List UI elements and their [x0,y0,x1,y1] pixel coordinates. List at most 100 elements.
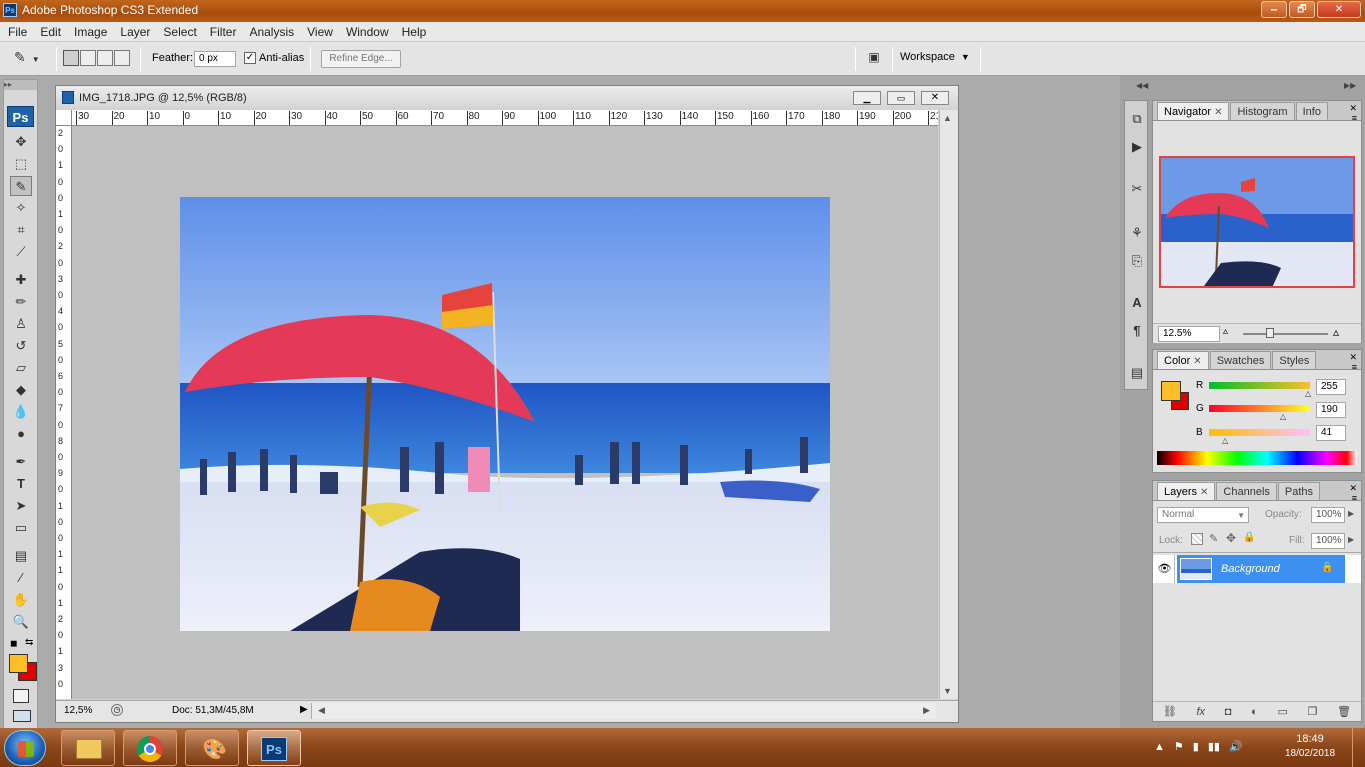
slider-thumb-icon[interactable]: △ [1305,389,1311,398]
opacity-input[interactable]: 100% [1311,507,1345,523]
actions-panel-icon[interactable]: ▶ [1127,137,1147,157]
status-menu-icon[interactable]: ▶ [300,704,308,715]
eraser-tool-icon[interactable]: ▱ [10,358,32,378]
tab-paths[interactable]: Paths [1277,482,1321,500]
restore-button[interactable]: 🗗 [1289,1,1315,18]
zoom-level[interactable]: 12,5% [64,705,92,716]
color-spectrum-bar[interactable] [1157,451,1357,465]
menu-view[interactable]: View [307,25,333,39]
close-button[interactable]: ✕ [1317,1,1361,18]
g-value-input[interactable]: 190 [1316,402,1346,418]
layer-comps-icon[interactable]: ▤ [1127,363,1147,383]
lasso-tool-icon[interactable]: ✎ [10,176,32,196]
menu-edit[interactable]: Edit [40,25,61,39]
scroll-left-icon[interactable]: ◀ [318,705,325,716]
notes-tool-icon[interactable]: ▤ [10,546,32,566]
adjustment-layer-icon[interactable]: ◐ [1251,706,1258,718]
marquee-tool-icon[interactable]: ⬚ [10,154,32,174]
slider-thumb-icon[interactable]: △ [1280,412,1286,421]
scroll-up-icon[interactable]: ▲ [943,113,952,123]
scroll-right-icon[interactable]: ▶ [923,705,930,716]
new-selection-icon[interactable] [63,50,79,66]
start-button[interactable] [4,730,46,766]
menu-layer[interactable]: Layer [120,25,150,39]
blur-tool-icon[interactable]: 💧 [10,402,32,422]
trash-icon[interactable]: 🗑 [1337,705,1351,718]
move-tool-icon[interactable]: ✥ [10,132,32,152]
vertical-scrollbar[interactable]: ▲ ▼ [939,110,958,699]
brushes-panel-icon[interactable]: ⚘ [1127,223,1147,243]
tool-preset-picker[interactable]: ✎ ▼ [14,49,52,69]
add-selection-icon[interactable] [80,50,96,66]
refine-edge-button[interactable]: Refine Edge... [321,50,401,68]
history-brush-tool-icon[interactable]: ↺ [10,336,32,356]
paragraph-panel-icon[interactable]: ¶ [1127,321,1147,341]
tab-navigator[interactable]: Navigator ✕ [1157,102,1230,120]
close-icon[interactable]: ✕ [1193,356,1201,367]
tool-presets-icon[interactable]: ✂ [1127,179,1147,199]
zoom-slider-track[interactable] [1243,333,1328,335]
zoom-slider-thumb[interactable] [1266,328,1274,338]
action-center-icon[interactable]: ⚑ [1174,740,1184,753]
vertical-ruler[interactable]: 2 0 1 0 0 1 0 2 0 3 0 4 0 5 0 6 0 7 0 8 0 9 0 1 0 0 1 1 0 1 2 0 1 3 0 [56,126,72,699]
clone-source-icon[interactable]: ⎘ [1127,251,1147,271]
eye-icon[interactable]: 👁 [1155,555,1175,583]
navigator-preview[interactable] [1159,156,1355,288]
taskbar-chrome[interactable] [123,730,177,766]
canvas-area[interactable] [72,126,938,699]
tab-swatches[interactable]: Swatches [1209,351,1272,369]
new-group-icon[interactable]: ▭ [1277,705,1287,718]
beach-photo[interactable] [180,197,830,631]
blend-mode-select[interactable]: Normal ▼ [1157,507,1249,523]
tab-layers[interactable]: Layers ✕ [1157,482,1216,500]
clock[interactable]: 18:49 18/02/2018 [1280,733,1340,759]
menu-help[interactable]: Help [402,25,427,39]
lock-position-icon[interactable]: ✥ [1226,531,1236,545]
zoom-out-icon[interactable]: ▵ [1223,326,1228,337]
taskbar-photoshop[interactable]: Ps [247,730,301,766]
crop-tool-icon[interactable]: ⌗ [10,220,32,240]
tab-channels[interactable]: Channels [1216,482,1277,500]
volume-icon[interactable]: 🔊 [1229,740,1243,753]
layer-row[interactable]: 👁 Background 🔒 [1153,555,1361,583]
antialias-checkbox[interactable]: ✓ [244,52,256,64]
horizontal-ruler[interactable]: 30 20 10 0 10 20 30 40 50 60 70 80 90 100 110 120 130 140… [72,110,938,126]
taskbar-explorer[interactable] [61,730,115,766]
feather-input[interactable]: 0 px [194,51,236,67]
horizontal-scrollbar[interactable]: ◀ ▶ [311,703,936,719]
lock-all-icon[interactable]: 🔒 [1243,532,1255,543]
quick-mask-icon[interactable] [13,689,29,703]
foreground-color-swatch[interactable] [1161,381,1181,401]
power-icon[interactable]: ▮ [1193,740,1199,753]
zoom-in-icon[interactable]: ▵ [1333,325,1339,339]
tab-color[interactable]: Color ✕ [1157,351,1209,369]
slice-tool-icon[interactable]: ⟋ [10,242,32,262]
zoom-tool-icon[interactable]: 🔍 [10,612,32,632]
dodge-tool-icon[interactable]: ● [10,424,32,444]
version-cue-icon[interactable]: ◷ [111,704,123,716]
photoshop-logo[interactable]: Ps [7,106,34,127]
dock-collapse-icon[interactable]: ◀◀ [1136,81,1148,90]
document-close-button[interactable]: ✕ [921,91,949,105]
slider-thumb-icon[interactable]: △ [1222,436,1228,445]
add-mask-icon[interactable]: ◘ [1225,706,1232,718]
default-colors-icon[interactable]: ◼ [10,638,17,649]
fill-input[interactable]: 100% [1311,533,1345,549]
character-panel-icon[interactable]: A [1127,293,1147,313]
r-value-input[interactable]: 255 [1316,379,1346,395]
tab-info[interactable]: Info [1295,102,1328,120]
subtract-selection-icon[interactable] [97,50,113,66]
link-layers-icon[interactable]: ⛓ [1163,705,1177,718]
workspace-menu[interactable]: Workspace ▼ [900,51,970,63]
history-panel-icon[interactable]: ⧉ [1127,109,1147,129]
fill-arrow-icon[interactable]: ▶ [1348,535,1354,544]
layer-name[interactable]: Background [1221,563,1280,575]
panel-menu-icon[interactable]: ≡ [1352,493,1357,503]
lock-image-icon[interactable]: ✎ [1209,532,1218,545]
g-slider[interactable] [1209,405,1310,412]
ruler-origin[interactable] [56,110,72,126]
bridge-icon[interactable]: ▣ [863,50,885,68]
menu-window[interactable]: Window [346,25,389,39]
intersect-selection-icon[interactable] [114,50,130,66]
swap-colors-icon[interactable]: ⇆ [25,637,33,648]
